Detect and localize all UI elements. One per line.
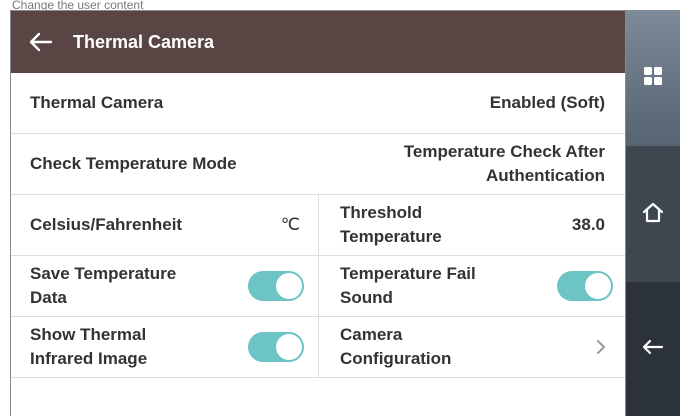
temperature-unit-value: ℃ [280, 215, 300, 234]
save-temperature-label-line1: Save Temperature [30, 264, 177, 283]
back-arrow-icon [641, 338, 665, 361]
side-navigation [626, 10, 680, 416]
toggle-knob [276, 334, 302, 360]
camera-config-label-line2: Configuration [340, 349, 452, 368]
setting-threshold-temperature[interactable]: Threshold Temperature 38.0 [319, 195, 625, 255]
setting-show-thermal-infrared-image: Show Thermal Infrared Image [11, 317, 318, 377]
fail-sound-label-line2: Sound [340, 288, 393, 307]
thermal-camera-settings-panel: Thermal Camera Thermal Camera Enabled (S… [10, 10, 626, 416]
threshold-label-line1: Threshold [340, 203, 423, 222]
back-button[interactable] [626, 282, 680, 416]
home-button[interactable] [626, 146, 680, 282]
home-icon [641, 201, 665, 228]
check-temperature-mode-label: Check Temperature Mode [30, 154, 237, 173]
chevron-right-icon [596, 317, 606, 377]
setting-row-thermal-camera[interactable]: Thermal Camera Enabled (Soft) [11, 73, 625, 134]
setting-row-check-temperature-mode[interactable]: Check Temperature Mode Temperature Check… [11, 134, 625, 195]
page-caption: Change the user content [12, 0, 144, 10]
show-thermal-infrared-image-toggle[interactable] [248, 332, 304, 362]
grid-icon [643, 66, 663, 91]
thermal-camera-value: Enabled (Soft) [489, 93, 605, 112]
setting-camera-configuration[interactable]: Camera Configuration [319, 317, 625, 377]
temperature-fail-sound-toggle[interactable] [557, 271, 613, 301]
setting-celsius-fahrenheit[interactable]: Celsius/Fahrenheit ℃ [11, 195, 318, 255]
check-mode-value-line2: Authentication [486, 166, 605, 185]
check-mode-value-line1: Temperature Check After [403, 142, 605, 161]
threshold-label-line2: Temperature [340, 227, 442, 246]
header-bar: Thermal Camera [11, 11, 625, 73]
check-temperature-mode-value: Temperature Check After Authentication [404, 134, 605, 194]
thermal-camera-label: Thermal Camera [30, 93, 164, 112]
camera-config-label-line1: Camera [340, 325, 403, 344]
setting-row-save-and-sound: Save Temperature Data Temperature Fail S… [11, 256, 625, 317]
save-temperature-data-toggle[interactable] [248, 271, 304, 301]
setting-row-ir-and-camera: Show Thermal Infrared Image Camera Confi… [11, 317, 625, 378]
celsius-fahrenheit-label: Celsius/Fahrenheit [30, 215, 183, 234]
setting-row-units-threshold: Celsius/Fahrenheit ℃ Threshold Temperatu… [11, 195, 625, 256]
menu-button[interactable] [626, 10, 680, 146]
show-ir-label-line1: Show Thermal [30, 325, 147, 344]
fail-sound-label-line1: Temperature Fail [340, 264, 476, 283]
back-arrow-icon[interactable] [29, 31, 59, 53]
toggle-knob [585, 273, 611, 299]
threshold-temperature-value: 38.0 [571, 215, 605, 234]
setting-save-temperature-data: Save Temperature Data [11, 256, 318, 316]
show-ir-label-line2: Infrared Image [30, 349, 148, 368]
page-title: Thermal Camera [73, 31, 215, 52]
setting-temperature-fail-sound: Temperature Fail Sound [319, 256, 625, 316]
save-temperature-label-line2: Data [30, 288, 67, 307]
toggle-knob [276, 273, 302, 299]
